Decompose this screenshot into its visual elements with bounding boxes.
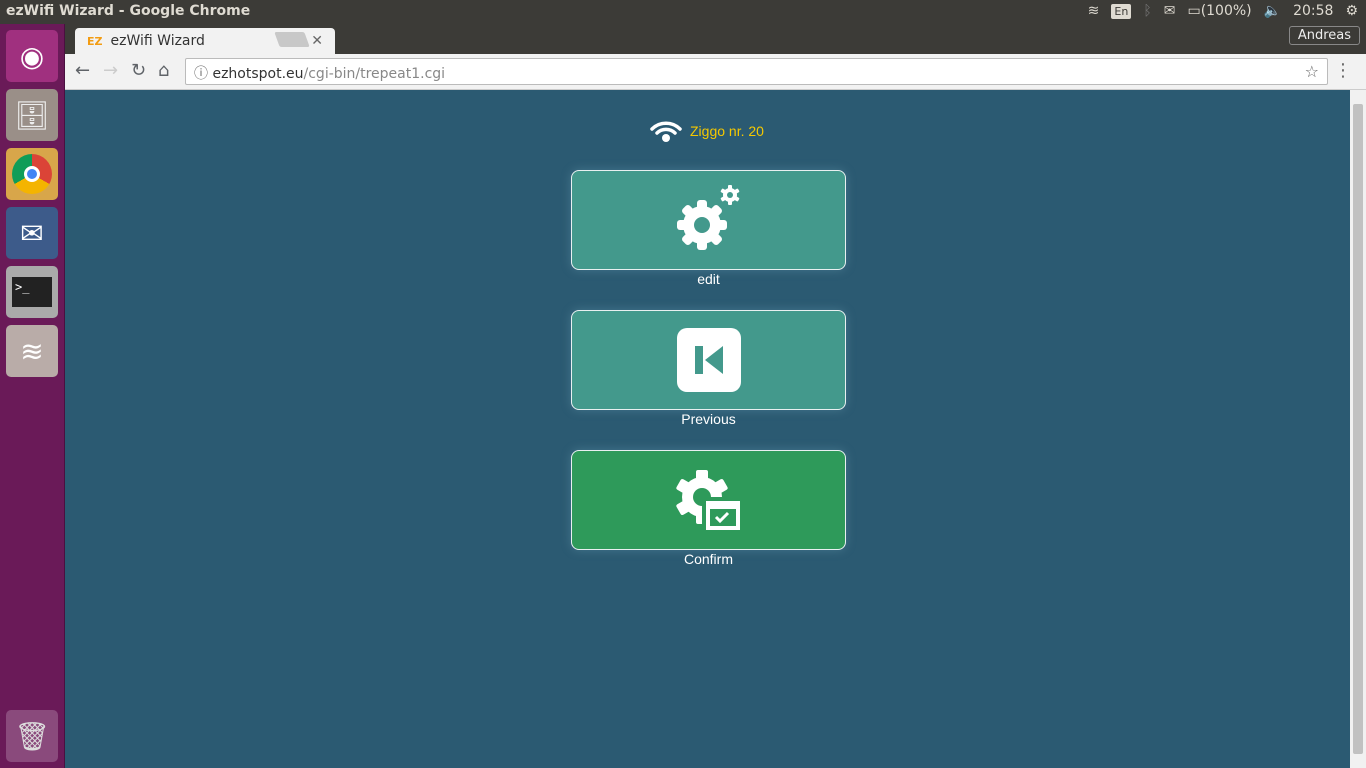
network-icon[interactable]: ≋: [6, 325, 58, 377]
system-tray: ≋ En ᛒ ✉ ▭(100%) 🔈 20:58 ⚙: [1088, 3, 1358, 19]
volume-icon[interactable]: 🔈: [1264, 3, 1281, 19]
keyboard-layout[interactable]: En: [1111, 3, 1132, 19]
gears-icon: [676, 185, 740, 250]
edit-label: edit: [697, 271, 720, 287]
info-icon[interactable]: ⓘ: [194, 66, 208, 82]
reload-icon[interactable]: ↻: [131, 60, 146, 81]
tab-strip: EZ ezWifi Wizard ✕ Andreas: [65, 24, 1366, 54]
new-tab-button[interactable]: [274, 32, 310, 47]
profile-button[interactable]: Andreas: [1288, 26, 1360, 45]
window-title: ezWifi Wizard - Google Chrome: [6, 3, 251, 19]
chrome-icon[interactable]: [6, 148, 58, 200]
wifi-icon: [650, 121, 682, 142]
power-icon[interactable]: ⚙: [1345, 3, 1358, 19]
ezwifi-favicon: EZ: [87, 34, 103, 48]
tab-title: ezWifi Wizard: [110, 33, 205, 49]
browser-toolbar: ← → ↻ ⌂ ⓘ ezhotspot.eu/cgi-bin/trepeat1.…: [65, 54, 1366, 90]
network-header: Ziggo nr. 20: [650, 120, 764, 142]
top-panel: ezWifi Wizard - Google Chrome ≋ En ᛒ ✉ ▭…: [0, 0, 1366, 24]
bluetooth-icon[interactable]: ᛒ: [1143, 3, 1151, 19]
launcher: ◉ 🗄 ✉ >_ ≋ 🗑: [0, 24, 65, 768]
network-name: Ziggo nr. 20: [690, 123, 764, 139]
back-icon[interactable]: ←: [75, 60, 90, 81]
clock[interactable]: 20:58: [1293, 3, 1333, 19]
menu-icon[interactable]: ⋮: [1334, 60, 1352, 81]
forward-icon[interactable]: →: [103, 60, 118, 81]
edit-button[interactable]: [571, 170, 846, 270]
ubuntu-dash-icon[interactable]: ◉: [6, 30, 58, 82]
files-icon[interactable]: 🗄: [6, 89, 58, 141]
home-icon[interactable]: ⌂: [158, 60, 169, 81]
previous-label: Previous: [681, 411, 736, 427]
scrollbar[interactable]: [1350, 90, 1366, 768]
scrollbar-thumb[interactable]: [1353, 104, 1363, 754]
confirm-label: Confirm: [683, 551, 733, 567]
terminal-icon[interactable]: >_: [6, 266, 58, 318]
trash-icon[interactable]: 🗑: [6, 710, 58, 762]
battery-indicator[interactable]: ▭(100%): [1187, 3, 1251, 19]
thunderbird-icon[interactable]: ✉: [6, 207, 58, 259]
mail-icon[interactable]: ✉: [1164, 3, 1176, 19]
wifi-icon[interactable]: ≋: [1088, 3, 1100, 19]
battery-icon: ▭: [1187, 3, 1201, 19]
page-content: Ziggo nr. 20 edit Previous Confirm: [65, 90, 1350, 768]
skip-back-icon: [676, 328, 741, 392]
confirm-button[interactable]: [571, 450, 846, 550]
previous-button[interactable]: [571, 310, 846, 410]
bookmark-star-icon[interactable]: ☆: [1305, 62, 1319, 81]
close-tab-icon[interactable]: ✕: [311, 33, 323, 49]
address-bar[interactable]: ⓘ ezhotspot.eu/cgi-bin/trepeat1.cgi ☆: [185, 58, 1328, 85]
settings-confirm-icon: [675, 470, 740, 530]
